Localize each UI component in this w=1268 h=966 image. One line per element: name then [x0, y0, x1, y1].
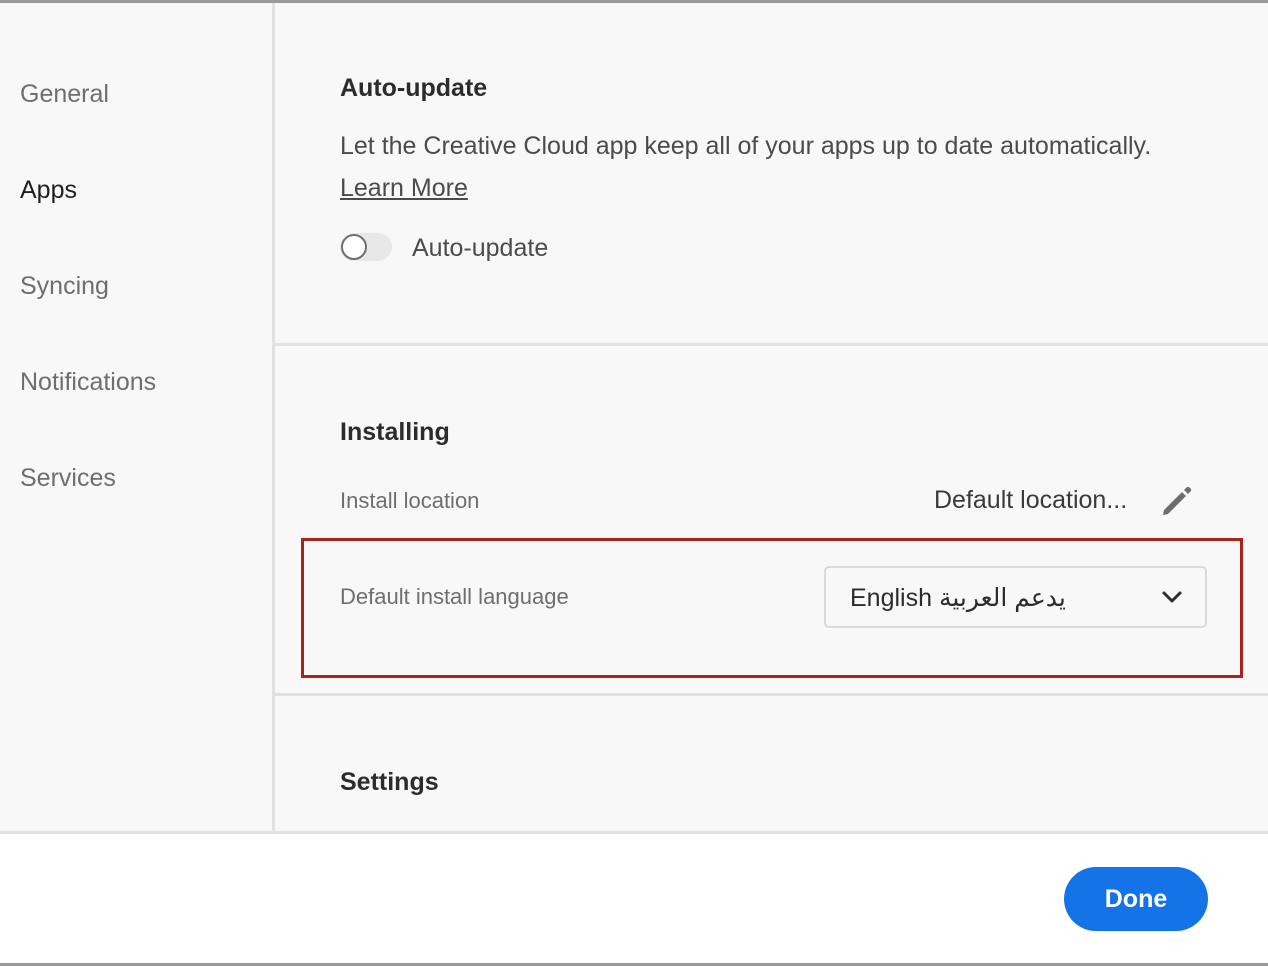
- section-divider: [275, 343, 1268, 346]
- install-location-value: Default location...: [934, 486, 1128, 514]
- language-dropdown-value: English يدعم العربية: [850, 584, 1066, 612]
- toggle-knob: [341, 234, 367, 260]
- sidebar-item-services[interactable]: Services: [20, 464, 116, 493]
- learn-more-link[interactable]: Learn More: [340, 174, 468, 203]
- sidebar-item-syncing[interactable]: Syncing: [20, 272, 109, 301]
- settings-sidebar: [0, 3, 272, 831]
- section-divider: [275, 693, 1268, 696]
- installing-heading: Installing: [340, 418, 450, 446]
- pencil-icon[interactable]: [1158, 484, 1194, 520]
- auto-update-description: Let the Creative Cloud app keep all of y…: [340, 132, 1152, 160]
- settings-heading: Settings: [340, 768, 439, 796]
- auto-update-heading: Auto-update: [340, 74, 488, 102]
- sidebar-item-apps[interactable]: Apps: [20, 176, 77, 205]
- done-button[interactable]: Done: [1064, 867, 1208, 931]
- chevron-down-icon: [1162, 591, 1182, 603]
- sidebar-item-general[interactable]: General: [20, 80, 109, 109]
- auto-update-toggle-label: Auto-update: [412, 234, 549, 262]
- install-location-label: Install location: [340, 488, 480, 513]
- auto-update-toggle[interactable]: [340, 233, 392, 261]
- language-dropdown[interactable]: English يدعم العربية: [824, 566, 1207, 628]
- default-language-label: Default install language: [340, 584, 569, 609]
- sidebar-item-notifications[interactable]: Notifications: [20, 368, 156, 397]
- settings-main-panel: [275, 3, 1268, 831]
